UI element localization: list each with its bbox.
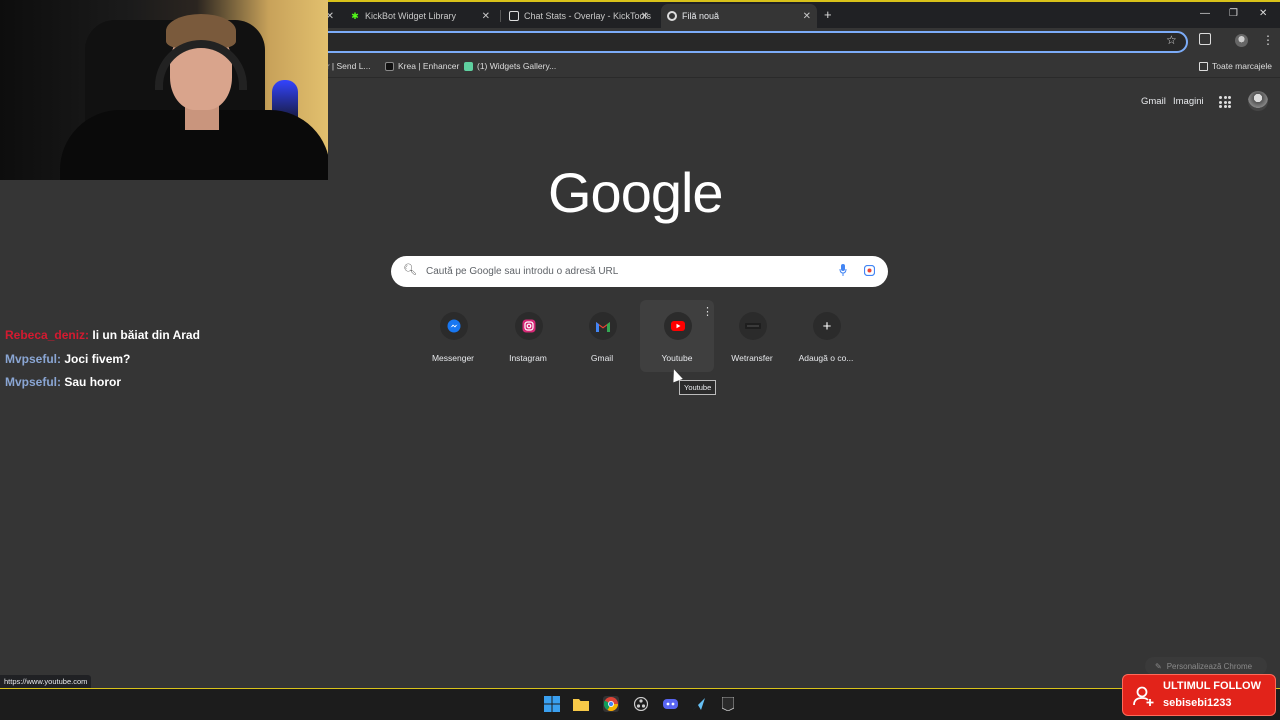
all-bookmarks[interactable]: Toate marcajele [1199, 61, 1272, 71]
file-explorer-icon[interactable] [573, 696, 589, 712]
discord-icon[interactable] [662, 696, 678, 712]
search-icon: 🔍︎ [403, 264, 417, 276]
gmail-link[interactable]: Gmail [1141, 96, 1166, 107]
tab-new-tab[interactable]: Filă nouă ✕ [661, 4, 817, 28]
shortcut-label: Messenger [431, 353, 475, 363]
chat-message: Mvpseful: Sau horor [5, 371, 200, 395]
windows-start-icon[interactable] [544, 696, 560, 712]
obs-icon[interactable] [633, 696, 649, 712]
screen: ✕ ✱ KickBot Widget Library ✕ Chat Stats … [0, 0, 1280, 720]
tab-title: Chat Stats - Overlay - KickTools [524, 11, 652, 21]
shortcut-label: Instagram [509, 353, 547, 363]
shortcut-gmail[interactable]: Gmail [565, 300, 639, 372]
shortcut-label: Adaugă o co... [798, 353, 854, 363]
tooltip: Youtube [679, 380, 717, 395]
shortcut-label: Gmail [590, 353, 614, 363]
tab-chat-stats[interactable]: Chat Stats - Overlay - KickTools ✕ [503, 4, 655, 28]
chrome-icon [667, 11, 677, 21]
chat-message: Rebeca_deniz: Ii un băiat din Arad [5, 324, 200, 348]
new-tab-button[interactable]: + [824, 7, 832, 22]
bookmark-label: Krea | Enhancer [398, 61, 460, 71]
chat-username: Mvpseful: [5, 375, 62, 389]
status-url: https://www.youtube.com [0, 675, 92, 688]
tab-title: KickBot Widget Library [365, 11, 457, 21]
pencil-icon: ✎ [1155, 661, 1162, 671]
follow-alert-username: sebisebi1233 [1163, 697, 1232, 709]
chat-overlay: Rebeca_deniz: Ii un băiat din Arad Mvpse… [5, 324, 200, 395]
restore-icon[interactable]: ❐ [1229, 8, 1238, 19]
lens-icon[interactable] [864, 265, 875, 276]
shortcut-messenger[interactable]: Messenger [416, 300, 490, 372]
minimize-icon[interactable]: — [1200, 8, 1210, 19]
plus-icon: + [813, 312, 841, 340]
mic-icon[interactable] [839, 264, 847, 276]
folder-icon [1199, 61, 1208, 71]
apps-grid-icon[interactable] [1219, 96, 1231, 108]
extensions-icon[interactable] [1199, 33, 1211, 45]
all-bookmarks-label: Toate marcajele [1212, 61, 1273, 71]
close-icon[interactable]: ✕ [482, 11, 490, 22]
epic-games-icon[interactable] [720, 696, 736, 712]
bookmark-label: (1) Widgets Gallery... [477, 61, 557, 71]
chat-username: Rebeca_deniz: [5, 328, 90, 342]
wetransfer-icon [739, 312, 767, 340]
bookmark-label: er | Send L... [322, 61, 371, 71]
chrome-taskbar-icon[interactable] [603, 696, 619, 712]
bookmark-item[interactable]: Krea | Enhancer [385, 61, 459, 71]
shortcut-label: Wetransfer [731, 353, 773, 363]
avatar[interactable] [1248, 91, 1268, 111]
chat-text: Sau horor [64, 375, 122, 389]
bookmark-star-icon[interactable]: ☆ [1166, 33, 1177, 47]
shortcut-instagram[interactable]: Instagram [491, 300, 565, 372]
krea-icon [385, 61, 394, 71]
close-icon[interactable]: ✕ [803, 11, 811, 22]
tab-separator [500, 10, 501, 22]
chat-username: Mvpseful: [5, 351, 62, 366]
chat-text: Joci fivem? [64, 351, 131, 366]
gmail-icon [589, 312, 617, 340]
kicktools-icon [509, 11, 519, 21]
search-input[interactable]: Caută pe Google sau introdu o adresă URL [426, 266, 618, 277]
shortcut-label: Youtube [661, 353, 693, 363]
steam-icon[interactable] [691, 696, 707, 712]
follow-alert-title: ULTIMUL FOLLOW [1163, 680, 1261, 692]
user-add-icon [1133, 686, 1154, 706]
chat-message: Mvpseful: Joci fivem? [5, 348, 200, 372]
customize-label: Personalizează Chrome [1166, 661, 1253, 671]
bookmark-item[interactable]: (1) Widgets Gallery... [464, 61, 556, 71]
tab-title: Filă nouă [682, 11, 720, 21]
instagram-icon [515, 312, 543, 340]
address-bar[interactable] [300, 31, 1188, 53]
customize-chrome-button[interactable]: ✎ Personalizează Chrome [1145, 657, 1267, 675]
shortcut-add[interactable]: + Adaugă o co... [789, 300, 863, 372]
chat-text: Ii un băiat din Arad [92, 328, 200, 342]
bookmark-item[interactable]: er | Send L... [322, 61, 371, 71]
kickbot-icon: ✱ [351, 10, 359, 21]
widgets-icon [464, 61, 473, 71]
shortcut-wetransfer[interactable]: Wetransfer [715, 300, 789, 372]
profile-icon[interactable] [1235, 34, 1248, 47]
webcam-overlay [0, 0, 328, 180]
google-logo: Google [548, 161, 724, 224]
close-icon[interactable]: ✕ [641, 11, 649, 22]
youtube-icon [664, 312, 692, 340]
close-window-icon[interactable]: ✕ [1259, 8, 1267, 19]
menu-kebab-icon[interactable]: ⋮ [1262, 33, 1274, 47]
follow-alert: ULTIMUL FOLLOW sebisebi1233 [1122, 674, 1276, 716]
more-options-icon[interactable]: ⋮ [702, 305, 713, 318]
tab-kickbot[interactable]: ✱ KickBot Widget Library ✕ [344, 4, 496, 28]
search-box[interactable]: 🔍︎ Caută pe Google sau introdu o adresă … [391, 256, 888, 287]
messenger-icon [440, 312, 468, 340]
images-link[interactable]: Imagini [1173, 96, 1204, 107]
